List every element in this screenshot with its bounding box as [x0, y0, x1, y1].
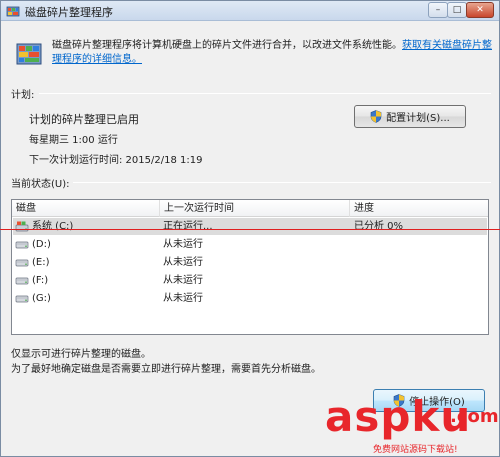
last-run-cell: 从未运行: [163, 293, 203, 304]
hard-drive-icon: [15, 277, 29, 285]
watermark-tld: .com: [450, 406, 499, 427]
disk-row-g[interactable]: (G:) 从未运行: [13, 290, 487, 307]
disk-row-f[interactable]: (F:) 从未运行: [13, 272, 487, 289]
last-run-cell: 从未运行: [163, 257, 203, 268]
site-watermark: aspku .com 免费网站源码下载站!: [325, 392, 500, 457]
disk-name: (E:): [32, 257, 50, 268]
last-run-cell: 正在运行...: [163, 221, 213, 232]
disk-list-header: 磁盘 上一次运行时间 进度: [12, 200, 488, 217]
disk-row-e[interactable]: (E:) 从未运行: [13, 254, 487, 271]
close-button[interactable]: ✕: [466, 2, 494, 18]
disk-name: (F:): [32, 275, 49, 286]
last-run-cell: 从未运行: [163, 275, 203, 286]
disk-cell: (G:): [15, 290, 51, 307]
column-progress[interactable]: 进度: [350, 200, 488, 217]
system-drive-icon: [15, 221, 29, 232]
defrag-icon: [16, 43, 42, 65]
disk-name: 系统 (C:): [32, 221, 74, 232]
schedule-enabled-text: 计划的碎片整理已启用: [29, 113, 139, 126]
maximize-button[interactable]: □: [447, 2, 467, 18]
hard-drive-icon: [15, 241, 29, 249]
disk-cell: 系统 (C:): [15, 218, 73, 235]
schedule-run-time: 每星期三 1:00 运行: [29, 135, 118, 146]
disk-name: (D:): [32, 239, 51, 250]
hard-drive-icon: [15, 259, 29, 267]
schedule-divider: [39, 93, 491, 94]
progress-cell: 已分析 0%: [354, 221, 404, 232]
disk-cell: (D:): [15, 236, 51, 253]
disk-name: (G:): [32, 293, 51, 304]
last-run-cell: 从未运行: [163, 239, 203, 250]
configure-schedule-label: 配置计划(S)...: [386, 113, 450, 124]
status-divider: [73, 182, 491, 183]
hard-drive-icon: [15, 295, 29, 303]
disk-row-c[interactable]: 系统 (C:) 正在运行... 已分析 0%: [13, 218, 487, 235]
title-bar[interactable]: 磁盘碎片整理程序 – □ ✕: [1, 1, 499, 21]
configure-schedule-button[interactable]: 配置计划(S)...: [354, 105, 466, 128]
intro-description: 磁盘碎片整理程序将计算机硬盘上的碎片文件进行合并，以改进文件系统性能。: [52, 40, 402, 51]
note-analyze-first: 为了最好地确定磁盘是否需要立即进行碎片整理，需要首先分析磁盘。: [11, 364, 321, 375]
status-label: 当前状态(U):: [11, 179, 70, 190]
disk-list[interactable]: 磁盘 上一次运行时间 进度 系统 (C:) 正在运行... 已分析 0% (D:…: [11, 199, 489, 335]
schedule-label: 计划:: [11, 90, 35, 101]
intro-text: 磁盘碎片整理程序将计算机硬盘上的碎片文件进行合并，以改进文件系统性能。获取有关磁…: [52, 39, 495, 67]
disk-cell: (E:): [15, 254, 50, 271]
window-title: 磁盘碎片整理程序: [25, 6, 113, 19]
minimize-button[interactable]: –: [428, 2, 448, 18]
note-defraggable-only: 仅显示可进行碎片整理的磁盘。: [11, 349, 151, 360]
column-last-run[interactable]: 上一次运行时间: [160, 200, 350, 217]
annotation-line: [0, 229, 500, 230]
disk-cell: (F:): [15, 272, 48, 289]
disk-row-d[interactable]: (D:) 从未运行: [13, 236, 487, 253]
watermark-tagline: 免费网站源码下载站!: [373, 445, 458, 455]
defrag-icon: [6, 6, 20, 17]
schedule-next-run: 下一次计划运行时间: 2015/2/18 1:19: [29, 155, 203, 166]
column-disk[interactable]: 磁盘: [12, 200, 160, 217]
uac-shield-icon: [370, 110, 382, 123]
